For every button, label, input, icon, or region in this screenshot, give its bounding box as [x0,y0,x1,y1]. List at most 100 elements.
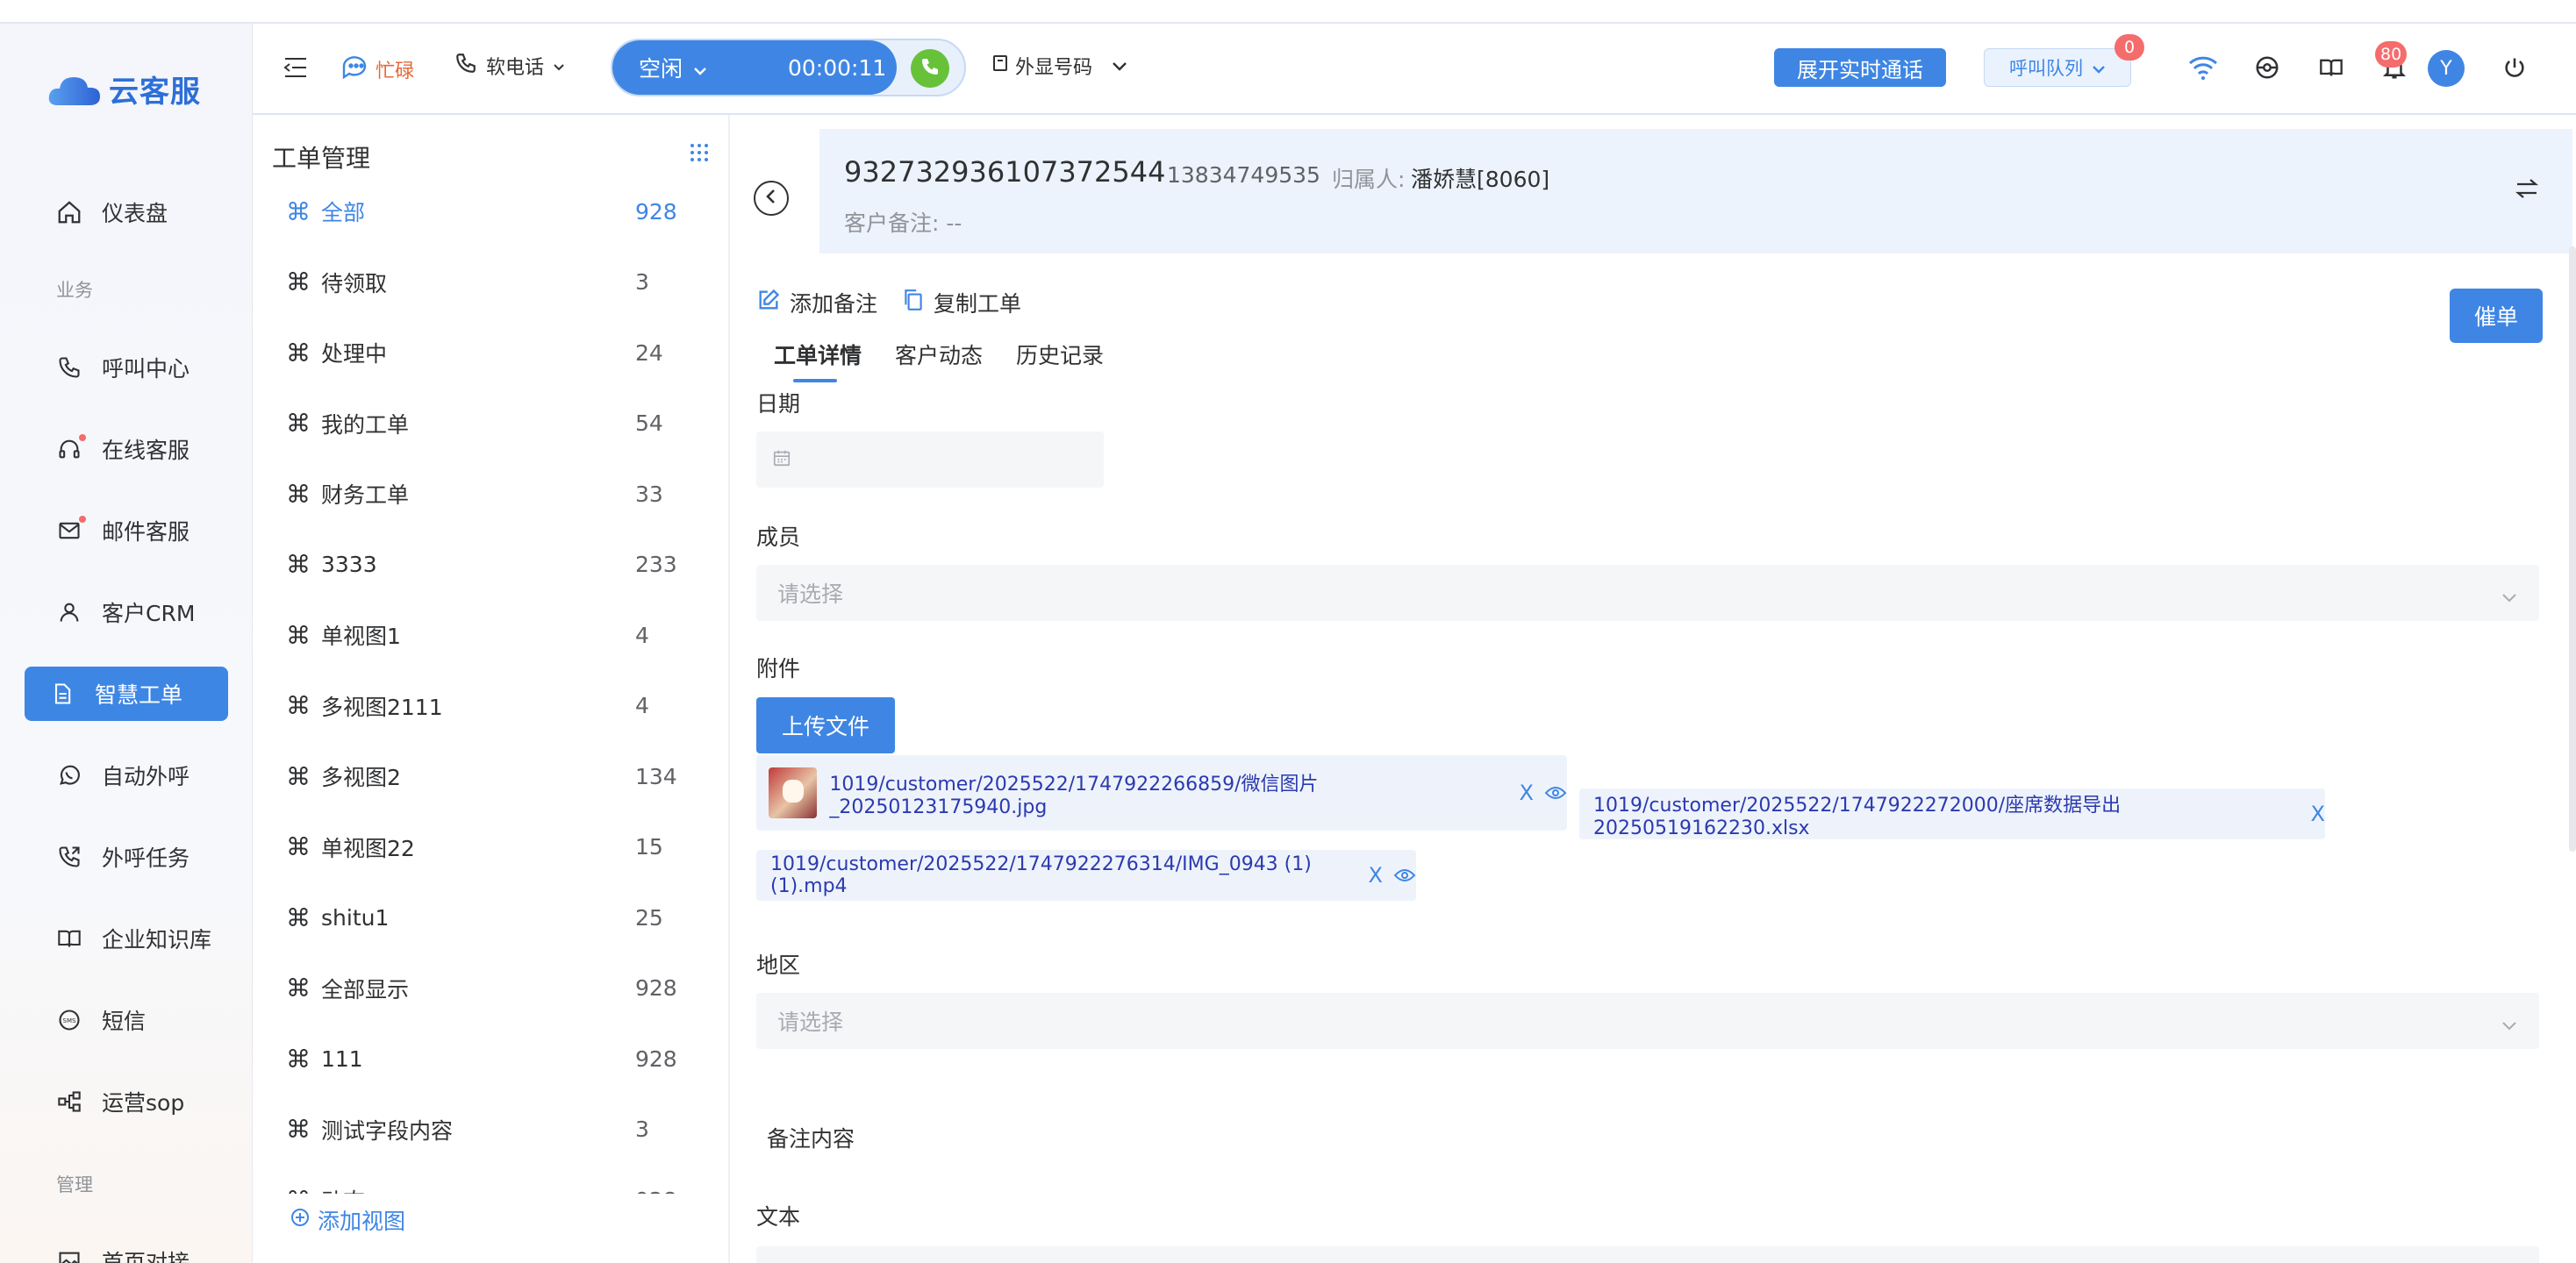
tab-customer-activity[interactable]: 客户动态 [895,339,983,370]
urge-button[interactable]: 催单 [2450,289,2543,343]
call-queue-dropdown[interactable]: 呼叫队列 [1984,48,2131,87]
support-icon[interactable] [2250,50,2285,85]
sidebar-item-call-center[interactable]: 呼叫中心 [25,340,228,395]
attachment-item: 1019/customer/2025522/1747922266859/微信图片… [756,755,1567,831]
upload-file-button[interactable]: 上传文件 [756,697,895,753]
menu-collapse-icon[interactable] [283,55,309,83]
phone-icon [54,353,84,382]
eye-icon[interactable] [1544,785,1567,801]
sidebar-item-knowledge-base[interactable]: 企业知识库 [25,911,228,966]
power-icon[interactable] [2497,50,2532,85]
view-item[interactable]: ⌘ 我的工单 54 [253,389,730,459]
text-input[interactable] [756,1246,2539,1263]
outbound-number-dropdown[interactable]: 外显号码 [992,52,1127,80]
agent-status[interactable]: 忙碌 [340,54,414,85]
sidebar-item-label: 客户CRM [102,601,196,626]
view-count: 928 [635,1188,677,1195]
avatar[interactable]: Y [2428,50,2465,87]
sidebar-item-auto-outbound[interactable]: 自动外呼 [25,748,228,803]
view-item[interactable]: ⌘ 处理中 24 [253,318,730,388]
view-label: 多视图2 [321,765,401,790]
add-view-button[interactable]: 添加视图 [290,1204,405,1236]
sidebar-item-crm[interactable]: 客户CRM [25,585,228,639]
softphone-dropdown[interactable]: 软电话 [454,52,565,80]
edit-icon[interactable] [756,288,781,318]
workorder-views-panel: 工单管理 ⌘ 全部 928 ⌘ 待领取 3 ⌘ 处理中 24 ⌘ 我的工单 54 ⌘ 财务工单 33 ⌘ 333… [253,115,730,1263]
command-icon: ⌘ [286,761,311,791]
wifi-icon[interactable] [2186,50,2221,85]
sidebar-item-ops-sop[interactable]: 运营sop [25,1074,228,1129]
view-item[interactable]: ⌘ 测试字段内容 3 [253,1095,730,1165]
sidebar-item-sms[interactable]: SMS 短信 [25,993,228,1047]
sidebar-item-email-service[interactable]: 邮件客服 [25,503,228,558]
call-queue-label: 呼叫队列 [2009,58,2083,79]
attachment-link[interactable]: 1019/customer/2025522/1747922266859/微信图片… [829,768,1503,818]
call-state-dropdown[interactable]: 空闲 [639,52,707,83]
view-count: 3 [635,269,649,295]
user-icon [54,597,84,627]
attachment-item: 1019/customer/2025522/1747922276314/IMG_… [756,850,1416,901]
view-item[interactable]: ⌘ 待领取 3 [253,247,730,318]
sms-icon: SMS [54,1005,84,1035]
tab-order-detail[interactable]: 工单详情 [774,339,862,382]
view-item[interactable]: ⌘ 3333 233 [253,530,730,600]
chevron-down-icon [1112,55,1127,77]
back-button[interactable] [754,181,789,216]
add-note-button[interactable]: 添加备注 [790,287,877,318]
view-item[interactable]: ⌘ 单视图1 4 [253,600,730,670]
view-item[interactable]: ⌘ 单视图22 15 [253,812,730,882]
command-icon: ⌘ [286,974,311,1003]
customer-phone[interactable]: 13834749535 [1167,162,1320,188]
remove-attachment-button[interactable]: X [1369,863,1383,888]
view-item[interactable]: ⌘ shitu1 25 [253,882,730,953]
sidebar-item-online-service[interactable]: 在线客服 [25,422,228,476]
command-icon: ⌘ [286,550,311,579]
view-count: 54 [635,410,663,436]
view-item[interactable]: ⌘ 111 928 [253,1024,730,1094]
swap-icon[interactable] [2515,177,2539,203]
region-select[interactable]: 请选择 [756,993,2539,1049]
view-count: 928 [635,975,677,1001]
tab-history[interactable]: 历史记录 [1016,339,1104,370]
sidebar-item-homepage-integration[interactable]: 首页对接 [25,1234,228,1263]
attachment-link[interactable]: 1019/customer/2025522/1747922276314/IMG_… [770,853,1353,897]
document-icon [47,679,77,709]
image-thumbnail[interactable] [769,767,818,818]
call-state-display: 空闲 00:00:11 [612,40,897,95]
remove-attachment-button[interactable]: X [2311,802,2325,826]
view-count: 25 [635,904,663,931]
expand-realtime-call-button[interactable]: 展开实时通话 [1774,48,1946,87]
answer-call-button[interactable] [911,49,949,88]
view-label: 单视图22 [321,835,415,861]
sidebar-item-dashboard[interactable]: 仪表盘 [25,185,228,239]
logo[interactable]: 云客服 [47,68,201,111]
eye-icon[interactable] [1393,867,1416,883]
scrollbar[interactable] [2569,246,2576,852]
view-label: 多视图2111 [321,694,443,720]
command-icon: ⌘ [286,620,311,650]
remove-attachment-button[interactable]: X [1520,781,1534,805]
header-bar: 忙碌 软电话 空闲 00:00:11 外显号码 展开实时通话 呼叫队列 0 80… [253,24,2576,115]
command-icon: ⌘ [286,691,311,720]
sidebar-item-label: 外呼任务 [102,846,190,871]
plus-circle-icon [290,1207,311,1233]
image-icon [54,1246,84,1263]
view-item[interactable]: ⌘ 财务工单 33 [253,459,730,529]
sidebar-item-smart-workorder[interactable]: 智慧工单 [25,667,228,721]
member-select[interactable]: 请选择 [756,565,2539,621]
view-item[interactable]: ⌘ 全部 928 [253,176,730,246]
sidebar-item-outbound-task[interactable]: 外呼任务 [25,830,228,884]
view-item[interactable]: ⌘ 全部显示 928 [253,953,730,1024]
copy-icon[interactable] [902,288,925,318]
phone-icon [454,52,477,80]
view-item[interactable]: ⌘ 多视图2111 4 [253,671,730,741]
book-icon[interactable] [2314,50,2349,85]
view-label: 处理中 [321,341,388,367]
date-picker[interactable] [756,432,1104,488]
copy-order-button[interactable]: 复制工单 [934,287,1021,318]
phone-icon [919,56,941,81]
view-item[interactable]: ⌘ 动态 928 [253,1165,730,1195]
view-count: 4 [635,693,649,718]
view-item[interactable]: ⌘ 多视图2 134 [253,741,730,811]
attachment-link[interactable]: 1019/customer/2025522/1747922272000/座席数据… [1593,789,2295,839]
